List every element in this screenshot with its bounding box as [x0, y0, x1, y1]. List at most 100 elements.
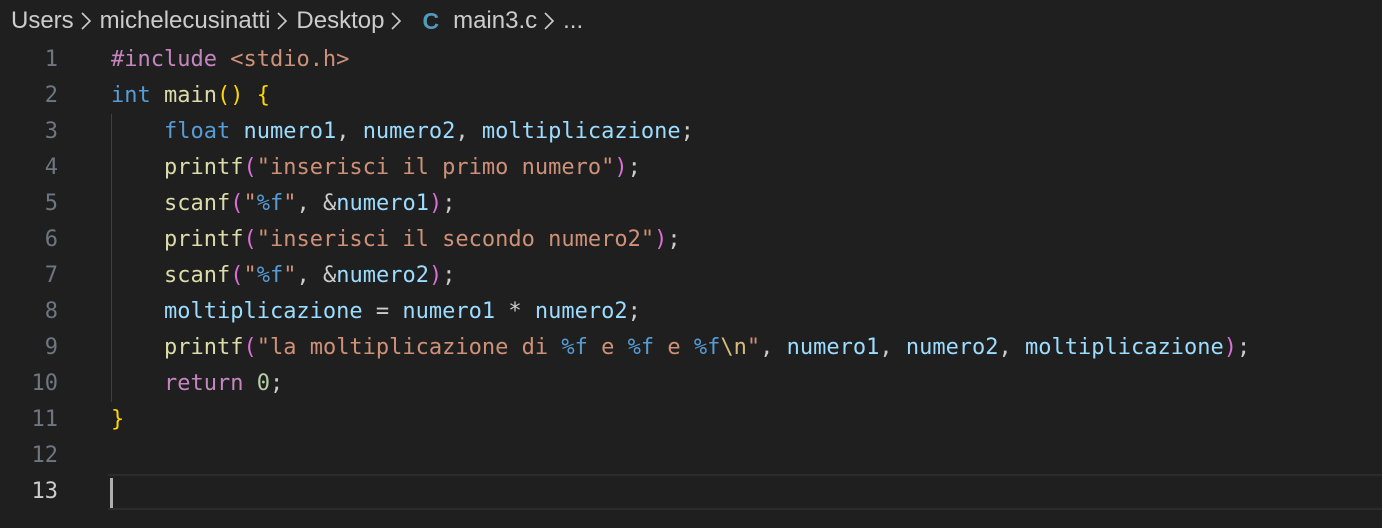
c-file-icon: C [422, 7, 440, 34]
code-line[interactable]: 8 moltiplicazione = numero1 * numero2; [0, 294, 1382, 330]
code-token: %f [256, 263, 284, 288]
code-token: ( [230, 263, 244, 288]
code-line[interactable]: 6 printf("inserisci il secondo numero2")… [0, 222, 1382, 258]
line-number: 2 [44, 83, 58, 108]
code-token: numero2 [336, 263, 429, 288]
code-token: * [495, 299, 535, 324]
code-token: moltiplicazione [1025, 335, 1224, 360]
code-token: " [283, 263, 297, 288]
code-token: %f [627, 335, 655, 360]
line-number: 1 [44, 47, 58, 72]
breadcrumb-item-users[interactable]: Users [11, 9, 74, 33]
code-token: , [760, 335, 787, 360]
code-token: #include [111, 47, 217, 72]
code-token: ; [442, 191, 456, 216]
code-token: "inserisci il secondo numero2" [256, 227, 655, 252]
code-token: numero2 [362, 119, 456, 144]
code-token: moltiplicazione [163, 299, 363, 324]
breadcrumb-ellipsis[interactable]: ... [563, 9, 583, 33]
code-line[interactable]: 5 scanf("%f", &numero1); [0, 186, 1382, 222]
code-text: scanf("%f", &numero2); [111, 258, 455, 294]
code-text: printf("la moltiplicazione di %f e %f e … [111, 330, 1250, 366]
code-token: ) [428, 263, 443, 288]
text-cursor [110, 478, 113, 508]
code-token: = [362, 299, 403, 324]
code-token: numero2 [534, 299, 628, 324]
chevron-right-icon [543, 11, 555, 31]
code-line[interactable]: 1 #include <stdio.h> [0, 42, 1382, 78]
code-token: numero2 [905, 335, 999, 360]
code-token: "inserisci il primo numero" [256, 155, 615, 180]
code-text: printf("inserisci il primo numero"); [111, 150, 641, 186]
code-token: , [455, 119, 482, 144]
code-line[interactable]: 4 printf("inserisci il primo numero"); [0, 150, 1382, 186]
line-number: 7 [44, 263, 58, 288]
breadcrumb: Users michelecusinatti Desktop C main3.c… [0, 0, 1382, 42]
code-line[interactable]: 7 scanf("%f", &numero2); [0, 258, 1382, 294]
code-token: numero1 [243, 119, 337, 144]
code-line[interactable]: 13 [0, 474, 1382, 510]
code-token: ) [614, 155, 628, 180]
code-token: ( [230, 191, 244, 216]
code-token: %f [561, 335, 588, 360]
code-token: ; [442, 263, 456, 288]
code-token: return [163, 371, 244, 396]
line-number: 13 [31, 479, 59, 504]
code-line[interactable]: 11} [0, 402, 1382, 438]
code-line[interactable]: 12 [0, 438, 1382, 474]
code-token: , [998, 335, 1026, 360]
code-token: " [283, 191, 297, 216]
code-token: ( [243, 155, 257, 180]
code-token: numero1 [402, 299, 496, 324]
code-token: e [587, 335, 628, 360]
code-token: ) [1223, 335, 1237, 360]
code-line[interactable]: 9 printf("la moltiplicazione di %f e %f … [0, 330, 1382, 366]
code-text: float numero1, numero2, moltiplicazione; [111, 114, 694, 150]
code-token: , [336, 119, 363, 144]
breadcrumb-item-file[interactable]: main3.c [453, 9, 537, 33]
code-token: , [879, 335, 906, 360]
breadcrumb-item-desktop[interactable]: Desktop [296, 9, 384, 33]
code-token: " [746, 335, 761, 360]
code-token: "la moltiplicazione di [256, 335, 562, 360]
code-token: " [243, 263, 257, 288]
code-text: scanf("%f", &numero1); [111, 186, 455, 222]
code-text: #include <stdio.h> [111, 42, 349, 78]
line-number: 12 [31, 443, 59, 468]
code-text: moltiplicazione = numero1 * numero2; [111, 294, 641, 330]
code-token: <stdio.h> [230, 47, 350, 72]
code-line[interactable]: 2 int main() { [0, 78, 1382, 114]
code-token: e [654, 335, 694, 360]
code-text: } [111, 402, 124, 438]
code-line[interactable]: 10 return 0; [0, 366, 1382, 402]
code-token: 0 [256, 371, 270, 396]
line-number: 5 [44, 191, 58, 216]
code-token: ; [680, 119, 694, 144]
code-token: ; [627, 155, 641, 180]
line-number: 11 [31, 407, 59, 432]
code-editor[interactable]: 1 #include <stdio.h> 2 int main() {3 float … [0, 42, 1382, 528]
chevron-right-icon [390, 11, 402, 31]
code-line[interactable]: 3 float numero1, numero2, moltiplicazion… [0, 114, 1382, 150]
line-number: 9 [44, 335, 58, 360]
code-token: printf [163, 155, 244, 180]
code-token: } [111, 407, 125, 432]
breadcrumb-item-user[interactable]: michelecusinatti [100, 9, 271, 33]
line-number: 8 [44, 299, 58, 324]
code-token: scanf [163, 191, 231, 216]
code-token: moltiplicazione [481, 119, 681, 144]
code-token: \n [720, 335, 747, 360]
code-token: scanf [163, 263, 231, 288]
code-token: ; [269, 371, 284, 396]
code-token: ) [428, 191, 443, 216]
code-token: ; [627, 299, 641, 324]
code-token: numero1 [786, 335, 880, 360]
